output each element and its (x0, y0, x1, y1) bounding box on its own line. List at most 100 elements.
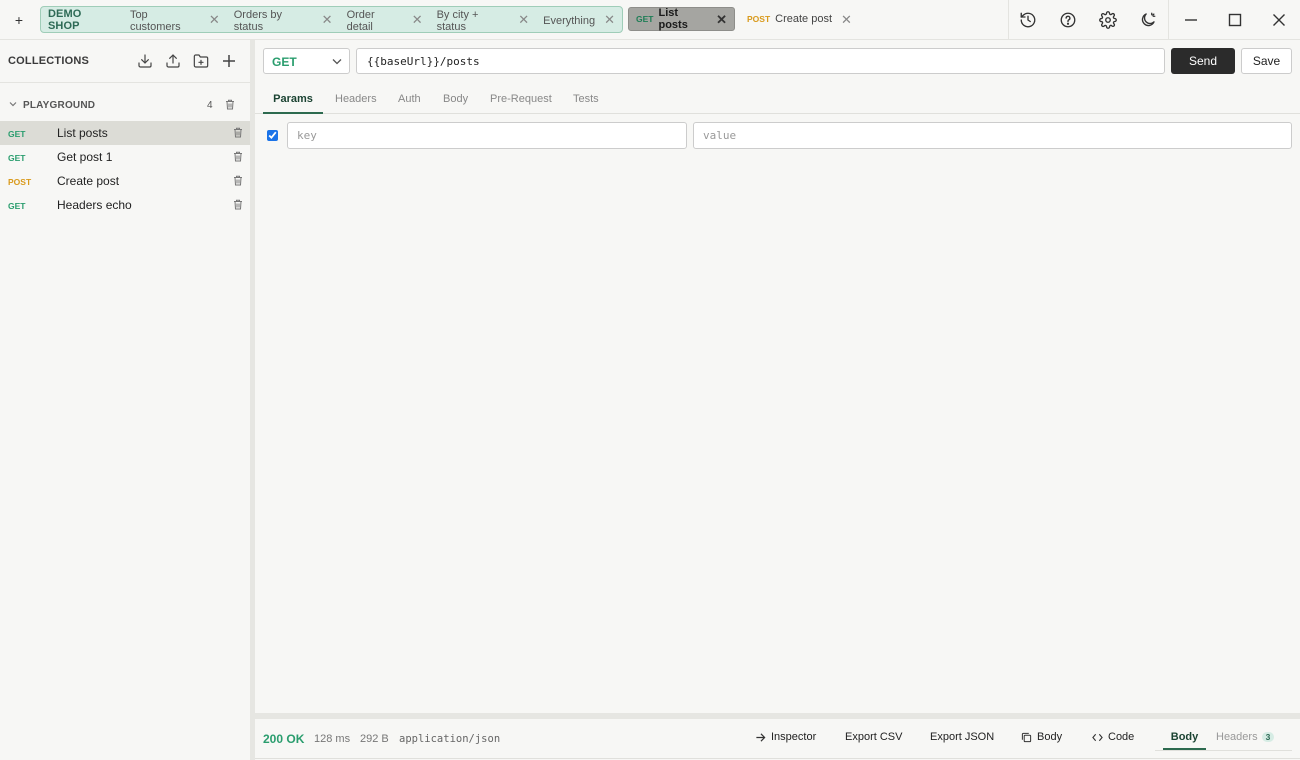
code-button[interactable]: Code (1092, 731, 1134, 743)
history-icon (1019, 11, 1037, 29)
chevron-down-icon (332, 58, 342, 65)
tab-params[interactable]: Params (263, 82, 323, 114)
tab-list-posts[interactable]: GET List posts ✕ (628, 7, 735, 31)
theme-toggle-icon (1139, 11, 1157, 29)
copy-body-button[interactable]: Body (1021, 731, 1062, 743)
settings-icon (1099, 11, 1117, 29)
tab-auth[interactable]: Auth (398, 82, 421, 114)
method-badge: POST (747, 14, 771, 24)
param-enabled-checkbox[interactable] (267, 130, 278, 141)
inspector-button[interactable]: Inspector (755, 731, 816, 743)
add-request-button[interactable] (218, 50, 240, 72)
import-button[interactable] (134, 50, 156, 72)
method-value: GET (272, 55, 297, 69)
param-value-input[interactable]: value (693, 122, 1292, 149)
minimize-icon (1184, 13, 1198, 27)
divider (255, 758, 1300, 759)
sidebar-item-create-post[interactable]: POST Create post (0, 169, 250, 193)
tab-orders-by-status[interactable]: Orders by status ✕ (227, 7, 340, 33)
tab-headers[interactable]: Headers (335, 82, 377, 114)
trash-icon[interactable] (233, 127, 243, 138)
new-tab-button[interactable]: + (8, 9, 30, 31)
param-key-input[interactable]: key (287, 122, 687, 149)
send-button[interactable]: Send (1171, 48, 1235, 74)
arrow-right-icon (755, 732, 771, 743)
trash-icon[interactable] (225, 99, 235, 110)
maximize-button[interactable] (1213, 0, 1257, 40)
trash-icon[interactable] (233, 175, 243, 186)
tab-by-city-status[interactable]: By city + status ✕ (430, 7, 537, 33)
minimize-button[interactable] (1169, 0, 1213, 40)
method-badge: GET (8, 201, 26, 211)
tab-top-customers[interactable]: Top customers ✕ (123, 7, 227, 33)
new-folder-button[interactable] (190, 50, 212, 72)
tab-close-icon[interactable]: ✕ (209, 13, 220, 26)
code-label: Code (1108, 731, 1135, 743)
folder-playground[interactable]: PLAYGROUND 4 (0, 93, 250, 117)
sidebar-item-get-post-1[interactable]: GET Get post 1 (0, 145, 250, 169)
sidebar-header: COLLECTIONS (0, 40, 250, 83)
tab-close-icon[interactable]: ✕ (716, 13, 727, 26)
response-tab-body[interactable]: Body (1163, 731, 1206, 750)
response-tab-headers[interactable]: Headers 3 (1216, 731, 1275, 750)
add-icon (222, 54, 236, 68)
copy-icon (1021, 732, 1037, 743)
sidebar-title: COLLECTIONS (8, 55, 90, 67)
trash-icon[interactable] (233, 199, 243, 210)
tab-close-icon[interactable]: ✕ (322, 13, 333, 26)
response-tabs-underline (1155, 750, 1292, 751)
title-bar: + DEMO SHOP Top customers ✕ Orders by st… (0, 0, 1300, 40)
method-select[interactable]: GET (263, 48, 350, 74)
collections-sidebar: COLLECTIONS PLAYGROUND 4 GET List posts … (0, 40, 250, 760)
help-button[interactable] (1048, 0, 1088, 40)
param-row: key value (255, 122, 1300, 149)
tab-close-icon[interactable]: ✕ (518, 13, 529, 26)
history-button[interactable] (1008, 0, 1048, 40)
method-badge: GET (8, 153, 26, 163)
response-bar: 200 OK 128 ms 292 B application/json Ins… (255, 719, 1300, 760)
request-name: Get post 1 (57, 150, 113, 164)
trash-icon[interactable] (233, 151, 243, 162)
tab-tests[interactable]: Tests (573, 82, 599, 114)
tab-label: By city + status (436, 8, 479, 33)
tab-label: Everything (543, 14, 596, 27)
export-button[interactable] (162, 50, 184, 72)
request-name: Create post (57, 174, 120, 188)
url-input[interactable]: {{baseUrl}}/posts (356, 48, 1165, 74)
method-badge: GET (636, 14, 654, 24)
inspector-label: Inspector (771, 731, 817, 743)
tab-close-icon[interactable]: ✕ (841, 13, 852, 26)
help-icon (1059, 11, 1077, 29)
folder-count: 4 (207, 100, 213, 111)
export-csv-button[interactable]: Export CSV (845, 731, 902, 743)
tab-pre-request[interactable]: Pre-Request (490, 82, 552, 114)
request-name: List posts (57, 126, 108, 140)
sidebar-item-list-posts[interactable]: GET List posts (0, 121, 250, 145)
theme-toggle-button[interactable] (1128, 0, 1168, 40)
method-badge: GET (8, 129, 26, 139)
export-json-button[interactable]: Export JSON (930, 731, 994, 743)
save-button[interactable]: Save (1241, 48, 1292, 74)
tab-order-detail[interactable]: Order detail ✕ (340, 7, 430, 33)
tab-close-icon[interactable]: ✕ (604, 13, 615, 26)
tab-group-label[interactable]: DEMO SHOP (41, 8, 123, 32)
tab-body[interactable]: Body (443, 82, 468, 114)
tab-close-icon[interactable]: ✕ (412, 13, 423, 26)
new-folder-icon (193, 53, 209, 69)
response-time: 128 ms (314, 733, 351, 745)
tab-label: Orders by status (233, 8, 283, 33)
settings-button[interactable] (1088, 0, 1128, 40)
tab-everything[interactable]: Everything ✕ (536, 7, 622, 32)
export-icon (165, 53, 181, 69)
chevron-down-icon[interactable] (9, 100, 17, 108)
tab-label: Order detail (346, 8, 375, 33)
import-icon (137, 53, 153, 69)
maximize-icon (1228, 13, 1242, 27)
tab-create-post[interactable]: POST Create post ✕ (740, 7, 859, 31)
code-icon (1092, 732, 1108, 743)
tab-label: Top customers (129, 8, 181, 33)
status-badge: 200 OK (263, 732, 305, 746)
response-size: 292 B (360, 733, 389, 745)
close-window-button[interactable] (1257, 0, 1300, 40)
sidebar-item-headers-echo[interactable]: GET Headers echo (0, 193, 250, 217)
